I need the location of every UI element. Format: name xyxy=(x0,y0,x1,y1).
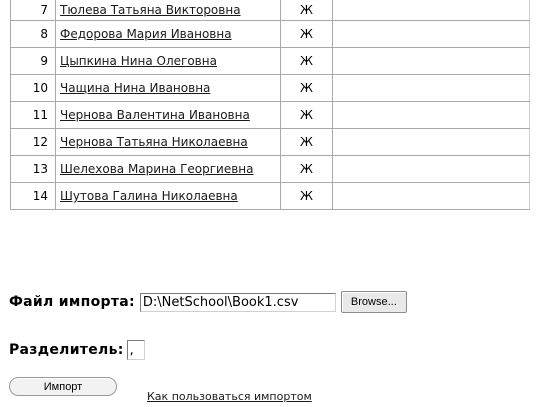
person-name-link[interactable]: Чернова Валентина Ивановна xyxy=(60,108,250,122)
people-table: 7 Тюлева Татьяна Викторовна Ж 8 Федорова Мар… xyxy=(10,0,530,210)
person-name-link[interactable]: Шелехова Марина Георгиевна xyxy=(60,162,254,176)
table-row: 7 Тюлева Татьяна Викторовна Ж xyxy=(10,0,530,21)
row-number: 13 xyxy=(10,155,56,183)
table-row: 14 Шутова Галина Николаевна Ж xyxy=(10,182,530,210)
sex-cell: Ж xyxy=(280,128,333,156)
person-name-link[interactable]: Тюлева Татьяна Викторовна xyxy=(60,3,241,17)
empty-cell xyxy=(332,20,530,48)
person-name-link[interactable]: Цыпкина Нина Олеговна xyxy=(60,54,217,68)
name-cell: Чернова Валентина Ивановна xyxy=(55,101,281,129)
empty-cell xyxy=(332,74,530,102)
sex-cell: Ж xyxy=(280,74,333,102)
sex-cell: Ж xyxy=(280,47,333,75)
table-row: 10 Чащина Нина Ивановна Ж xyxy=(10,74,530,102)
empty-cell xyxy=(332,47,530,75)
table-row: 11 Чернова Валентина Ивановна Ж xyxy=(10,101,530,129)
file-path-input[interactable] xyxy=(139,292,336,312)
sex-cell: Ж xyxy=(280,182,333,210)
row-number: 7 xyxy=(10,0,56,21)
person-name-link[interactable]: Чернова Татьяна Николаевна xyxy=(60,135,248,149)
table-row: 8 Федорова Мария Ивановна Ж xyxy=(10,20,530,48)
import-file-row: Файл импорта: Browse... xyxy=(9,291,407,313)
empty-cell xyxy=(332,182,530,210)
person-name-link[interactable]: Шутова Галина Николаевна xyxy=(60,189,238,203)
import-help-link[interactable]: Как пользоваться импортом xyxy=(147,390,312,403)
row-number: 8 xyxy=(10,20,56,48)
row-number: 12 xyxy=(10,128,56,156)
person-name-link[interactable]: Федорова Мария Ивановна xyxy=(60,27,232,41)
name-cell: Чернова Татьяна Николаевна xyxy=(55,128,281,156)
file-import-label: Файл импорта: xyxy=(9,294,135,310)
name-cell: Федорова Мария Ивановна xyxy=(55,20,281,48)
name-cell: Цыпкина Нина Олеговна xyxy=(55,47,281,75)
browse-button[interactable]: Browse... xyxy=(340,291,407,313)
row-number: 10 xyxy=(10,74,56,102)
empty-cell xyxy=(332,128,530,156)
row-number: 11 xyxy=(10,101,56,129)
empty-cell xyxy=(332,101,530,129)
table-row: 12 Чернова Татьяна Николаевна Ж xyxy=(10,128,530,156)
empty-cell xyxy=(332,0,530,21)
sex-cell: Ж xyxy=(280,101,333,129)
name-cell: Чащина Нина Ивановна xyxy=(55,74,281,102)
name-cell: Шутова Галина Николаевна xyxy=(55,182,281,210)
empty-cell xyxy=(332,155,530,183)
row-number: 9 xyxy=(10,47,56,75)
table-row: 9 Цыпкина Нина Олеговна Ж xyxy=(10,47,530,75)
import-button[interactable]: Импорт xyxy=(9,377,117,396)
separator-row: Разделитель: xyxy=(9,340,145,360)
name-cell: Шелехова Марина Георгиевна xyxy=(55,155,281,183)
row-number: 14 xyxy=(10,182,56,210)
sex-cell: Ж xyxy=(280,0,333,21)
table-row: 13 Шелехова Марина Георгиевна Ж xyxy=(10,155,530,183)
sex-cell: Ж xyxy=(280,155,333,183)
person-name-link[interactable]: Чащина Нина Ивановна xyxy=(60,81,210,95)
separator-label: Разделитель: xyxy=(9,342,124,358)
sex-cell: Ж xyxy=(280,20,333,48)
separator-input[interactable] xyxy=(126,340,145,360)
name-cell: Тюлева Татьяна Викторовна xyxy=(55,0,281,21)
